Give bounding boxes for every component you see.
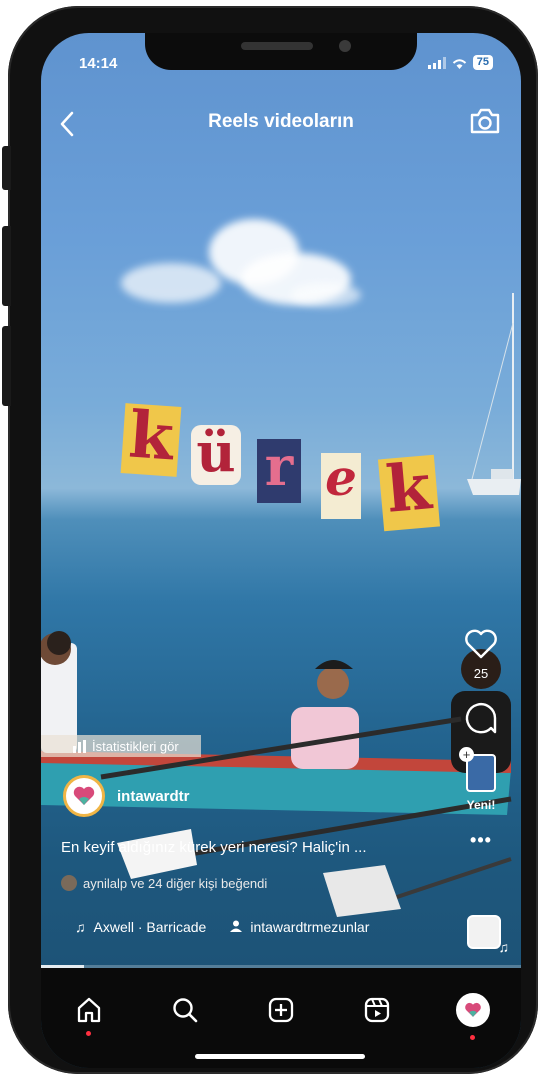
person-icon [230,919,243,935]
search-icon [173,998,198,1023]
like-button[interactable] [459,629,503,664]
overlay-letter: r [257,439,301,503]
new-label: Yeni! [466,798,496,812]
sailboat [467,293,521,495]
nav-home[interactable] [69,990,109,1036]
overlay-letter: ü [191,425,241,485]
more-options-button[interactable]: ••• [459,830,503,851]
volume-down-button [2,326,11,406]
nav-search[interactable] [165,990,205,1030]
notch [145,33,417,70]
music-note-icon: ♫ [75,919,86,935]
likes-summary[interactable]: aynilalp ve 24 diğer kişi beğendi [61,875,267,891]
likes-text: aynilalp ve 24 diğer kişi beğendi [83,875,268,891]
overlay-letter: k [377,449,441,532]
cloud [291,283,361,307]
comment-button[interactable] [459,701,503,740]
signal-icon [427,56,446,69]
logo-icon [73,786,95,805]
nav-create[interactable] [261,990,301,1030]
silent-switch [2,146,11,190]
home-icon [77,997,101,1023]
speaker [241,42,313,50]
comment-icon [465,703,497,734]
reels-icon [364,997,390,1023]
bottom-nav [41,968,521,1068]
cloud [121,263,221,303]
view-insights-link[interactable]: İstatistikleri gör [73,739,179,754]
header-bar: Reels videoların [41,105,521,145]
wifi-icon [452,58,466,69]
volume-up-button [2,226,11,306]
notification-dot [470,1035,475,1040]
heart-icon [465,629,497,659]
music-note-icon: ♫ [498,939,510,955]
notification-dot [86,1031,91,1036]
home-indicator [195,1054,365,1059]
status-icons: 75 [427,55,493,70]
profile-avatar [456,993,490,1027]
bar-chart-icon [73,740,86,753]
overlay-letter: e [321,453,361,519]
nav-profile[interactable] [453,990,493,1040]
status-time: 14:14 [79,55,118,72]
screen: k ü r e k 14:14 75 Reels videoların 25 +… [41,33,521,1068]
tagged-user-link[interactable]: intawardtrmezunlar [250,919,369,935]
liker-avatar [61,875,77,891]
action-column: 25 + Yeni! ••• [459,629,503,851]
front-camera [339,40,351,52]
new-reel-thumbnail: + [459,747,496,792]
nav-reels[interactable] [357,990,397,1030]
battery-indicator: 75 [472,55,493,70]
page-title: Reels videoların [208,111,354,132]
audio-thumbnail-button[interactable]: ♫ [467,915,509,955]
view-insights-label: İstatistikleri gör [92,739,179,754]
create-icon [268,997,294,1023]
plus-icon: + [459,747,474,762]
audio-track-link[interactable]: Axwell · Barricade [94,919,207,935]
avatar[interactable] [63,775,105,817]
logo-icon [465,1002,481,1017]
more-icon: ••• [470,830,492,850]
username[interactable]: intawardtr [117,788,190,805]
camera-icon [470,108,500,134]
like-count: 25 [473,666,489,681]
profile-row: intawardtr [63,775,190,817]
audio-row: ♫ Axwell · Barricade intawardtrmezunlar [75,919,369,935]
camera-button[interactable] [469,107,501,140]
new-reel-button[interactable]: + Yeni! [459,747,503,812]
caption-text[interactable]: En keyif aldığınız kürek yeri neresi? Ha… [61,839,421,856]
overlay-letter: k [120,398,182,477]
